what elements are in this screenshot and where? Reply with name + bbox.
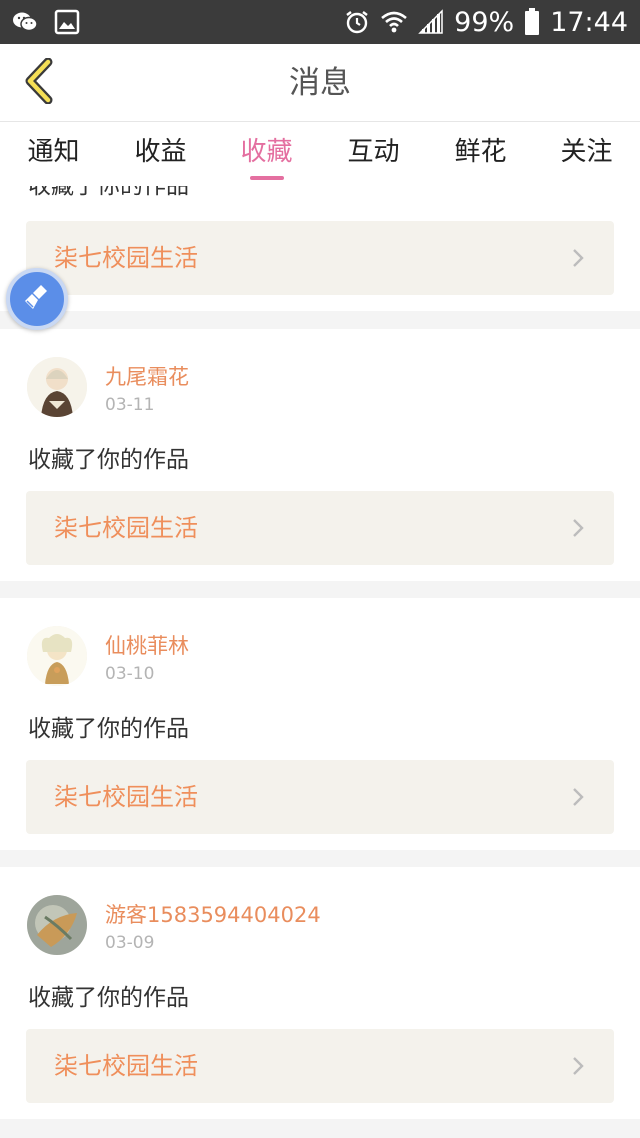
avatar[interactable]: [27, 626, 87, 686]
active-tab-indicator: [249, 176, 284, 180]
tab-label: 关注: [560, 137, 613, 167]
wifi-icon: [380, 9, 408, 35]
tab-follow[interactable]: 关注: [533, 122, 640, 186]
work-title: 柒七校园生活: [54, 783, 198, 811]
avatar[interactable]: [27, 357, 87, 417]
tab-label: 收益: [134, 137, 187, 167]
floating-cleaner-button[interactable]: [6, 268, 68, 330]
tab-favorites[interactable]: 收藏: [213, 122, 320, 186]
tab-notice[interactable]: 通知: [0, 122, 107, 186]
tab-earnings[interactable]: 收益: [107, 122, 214, 186]
chevron-right-icon: [568, 518, 588, 538]
avatar[interactable]: [27, 895, 87, 955]
clock: 17:44: [550, 6, 628, 38]
work-title: 柒七校园生活: [54, 514, 198, 542]
signal-icon: [418, 9, 444, 35]
action-text: 收藏了你的作品: [28, 447, 189, 473]
battery-icon: [524, 8, 540, 36]
date: 03-10: [105, 664, 155, 684]
broom-icon: [21, 281, 53, 317]
tab-label: 鲜花: [454, 137, 507, 167]
work-title: 柒七校园生活: [54, 244, 198, 272]
work-title: 柒七校园生活: [54, 1052, 198, 1080]
tab-label: 收藏: [240, 137, 293, 167]
tab-label: 互动: [347, 137, 400, 167]
action-text: 收藏了你的作品: [28, 186, 189, 199]
chevron-right-icon: [568, 787, 588, 807]
alarm-icon: [344, 9, 370, 35]
username[interactable]: 九尾霜花: [105, 361, 189, 391]
work-link[interactable]: 柒七校园生活: [26, 221, 614, 295]
message-list[interactable]: 收藏了你的作品 柒七校园生活 九尾霜花 03-11 收藏了你的作品 柒七校园生活…: [0, 186, 640, 1138]
battery-percent: 99%: [454, 6, 515, 38]
wechat-icon: [12, 9, 38, 35]
gallery-icon: [54, 9, 80, 35]
status-bar: 99% 17:44: [0, 0, 640, 44]
app-header: 消息: [0, 44, 640, 122]
action-text: 收藏了你的作品: [28, 716, 189, 742]
work-link[interactable]: 柒七校园生活: [26, 1029, 614, 1103]
list-item: 九尾霜花 03-11 收藏了你的作品 柒七校园生活: [0, 329, 640, 581]
list-item: 游客1583594404024 03-09 收藏了你的作品 柒七校园生活: [0, 867, 640, 1119]
action-text: 收藏了你的作品: [28, 985, 189, 1011]
tab-label: 通知: [27, 137, 80, 167]
chevron-right-icon: [568, 248, 588, 268]
date: 03-11: [105, 395, 155, 415]
work-link[interactable]: 柒七校园生活: [26, 760, 614, 834]
date: 03-09: [105, 933, 155, 953]
page-title: 消息: [289, 65, 351, 101]
work-link[interactable]: 柒七校园生活: [26, 491, 614, 565]
list-item: 仙桃菲林 03-10 收藏了你的作品 柒七校园生活: [0, 598, 640, 850]
list-item: 收藏了你的作品 柒七校园生活: [0, 186, 640, 311]
username[interactable]: 游客1583594404024: [105, 899, 321, 929]
username[interactable]: 仙桃菲林: [105, 630, 189, 660]
tab-bar: 通知 收益 收藏 互动 鲜花 关注: [0, 122, 640, 186]
chevron-right-icon: [568, 1056, 588, 1076]
tab-flowers[interactable]: 鲜花: [427, 122, 534, 186]
tab-interaction[interactable]: 互动: [320, 122, 427, 186]
